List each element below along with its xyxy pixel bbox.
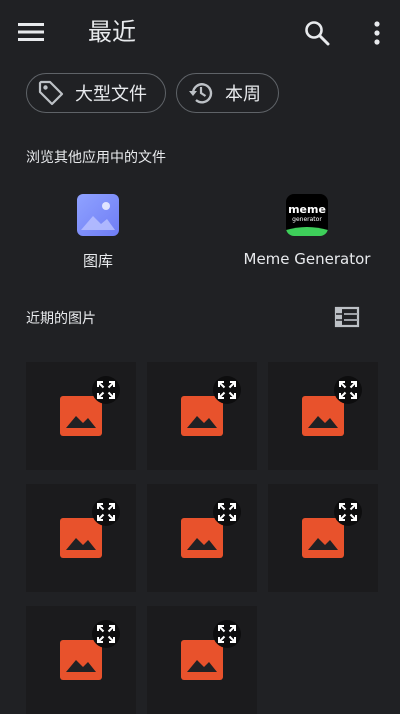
expand-preview-button[interactable]	[92, 620, 120, 648]
image-thumbnail[interactable]	[147, 484, 257, 592]
image-placeholder-icon	[60, 518, 102, 558]
fullscreen-icon	[218, 503, 236, 521]
fullscreen-icon	[218, 381, 236, 399]
search-button[interactable]	[300, 16, 334, 50]
expand-preview-button[interactable]	[92, 498, 120, 526]
more-options-button[interactable]	[364, 16, 390, 50]
expand-preview-button[interactable]	[213, 376, 241, 404]
image-placeholder-icon	[181, 518, 223, 558]
fullscreen-icon	[97, 625, 115, 643]
gallery-app-icon	[77, 194, 119, 236]
image-thumbnail[interactable]	[147, 606, 257, 714]
meme-generator-app-icon: meme generator	[286, 194, 328, 236]
chip-label: 本周	[225, 84, 261, 105]
image-placeholder-icon	[60, 640, 102, 680]
page-title: 最近	[88, 18, 136, 46]
expand-preview-button[interactable]	[334, 376, 362, 404]
hamburger-menu-icon	[18, 23, 44, 41]
image-thumbnail[interactable]	[26, 362, 136, 470]
image-thumbnail[interactable]	[147, 362, 257, 470]
svg-text:meme: meme	[288, 203, 326, 216]
fullscreen-icon	[339, 381, 357, 399]
chip-large-files[interactable]: 大型文件	[26, 73, 166, 113]
recent-images-title: 近期的图片	[26, 311, 96, 327]
list-view-toggle[interactable]	[334, 304, 360, 330]
tag-icon	[38, 80, 64, 106]
expand-preview-button[interactable]	[334, 498, 362, 526]
image-placeholder-icon	[181, 396, 223, 436]
image-thumbnail[interactable]	[26, 606, 136, 714]
expand-preview-button[interactable]	[213, 498, 241, 526]
image-placeholder-icon	[60, 396, 102, 436]
image-thumbnail[interactable]	[26, 484, 136, 592]
app-meme-generator[interactable]: meme generator Meme Generator	[227, 190, 387, 280]
fullscreen-icon	[339, 503, 357, 521]
app-label: 图库	[82, 252, 113, 270]
history-icon	[189, 83, 213, 104]
chip-label: 大型文件	[75, 84, 147, 105]
fullscreen-icon	[97, 503, 115, 521]
expand-preview-button[interactable]	[92, 376, 120, 404]
menu-button[interactable]	[14, 18, 48, 46]
image-thumbnail[interactable]	[268, 484, 378, 592]
more-vert-icon	[374, 21, 380, 45]
expand-preview-button[interactable]	[213, 620, 241, 648]
browse-section-title: 浏览其他应用中的文件	[26, 150, 166, 166]
chip-this-week[interactable]: 本周	[176, 73, 279, 113]
image-placeholder-icon	[181, 640, 223, 680]
app-label: Meme Generator	[243, 250, 371, 268]
svg-text:generator: generator	[292, 216, 322, 223]
image-placeholder-icon	[302, 396, 344, 436]
fullscreen-icon	[218, 625, 236, 643]
list-view-icon	[334, 306, 360, 328]
image-placeholder-icon	[302, 518, 344, 558]
search-icon	[305, 21, 330, 46]
image-thumbnail[interactable]	[268, 362, 378, 470]
fullscreen-icon	[97, 381, 115, 399]
app-gallery[interactable]: 图库	[18, 190, 178, 280]
app-bar: 最近	[0, 0, 400, 64]
